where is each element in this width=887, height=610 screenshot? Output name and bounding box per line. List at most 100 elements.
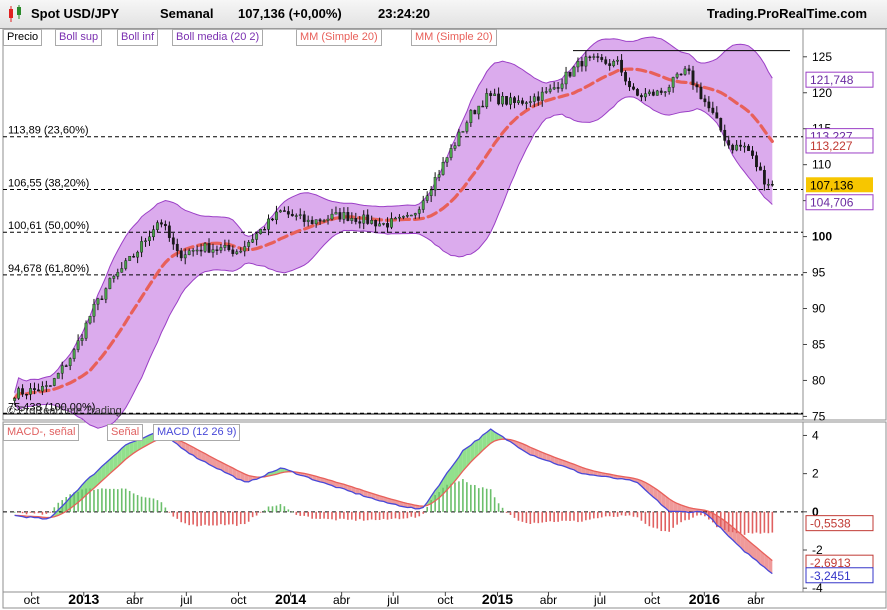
candle-body [275,211,278,220]
candle-body [223,245,227,248]
candle-body [175,243,179,251]
legend-price[interactable]: Precio [3,29,43,46]
macd-histogram-bar [53,507,56,512]
fib-label-2: 100,61 (50,00%) [8,220,89,232]
candle-body [449,148,453,158]
macd-histogram-bar [636,511,639,518]
macd-histogram-bar [648,511,651,527]
candle-body [643,93,647,98]
macd-histogram-bar [763,511,766,533]
legend-mm-1[interactable]: MM (Simple 20) [296,29,382,46]
macd-histogram-bar [370,511,373,520]
macd-histogram-bar [406,511,409,519]
candle-body [398,216,401,219]
price-tick-label: 125 [812,50,832,64]
legend-macd-line[interactable]: MACD (12 26 9) [153,424,241,441]
macd-histogram-bar [97,489,99,512]
candle-body [683,68,687,75]
legend-macd-signal[interactable]: Señal [107,424,144,441]
macd-histogram-bar [323,511,325,519]
macd-histogram-bar [434,495,436,512]
macd-histogram-bar [164,507,167,512]
macd-histogram-bar [386,511,389,520]
candle-body [552,87,556,90]
candle-body [628,81,631,88]
candlestick-icon[interactable] [6,5,24,23]
candle-body [41,386,44,392]
macd-histogram-bar [105,488,107,512]
candle-body [719,117,723,131]
legend-boll-sup[interactable]: Boll sup [55,29,103,46]
candle-body [560,83,564,89]
candle-body [521,100,524,104]
candle-body [429,189,433,196]
clock: 23:24:20 [378,6,431,21]
candle-body [48,385,52,387]
legend-macd-hist[interactable]: MACD-, señal [3,424,80,441]
macd-histogram-bar [204,511,206,525]
macd-histogram-bar [347,511,349,520]
macd-histogram-bar [339,511,341,519]
candle-body [132,256,136,258]
macd-histogram-bar [668,511,670,532]
candle-body [517,100,520,103]
candle-body [501,96,504,105]
macd-histogram-bar [656,511,659,529]
candle-body [624,72,627,82]
candle-body [469,110,473,123]
macd-histogram-bar [593,511,595,519]
macd-histogram-bar [49,511,52,513]
candle-body [251,239,255,243]
candle-body [358,221,362,224]
macd-histogram-bar [719,511,722,528]
macd-histogram-bar [128,490,131,512]
candle-body [227,245,231,251]
candle-body [263,229,266,231]
candle-body [548,88,552,92]
macd-histogram-bar [136,495,139,512]
candle-body [362,214,366,224]
macd-histogram-bar [196,511,198,527]
macd-histogram-bar [362,511,365,521]
candle-body [489,93,493,96]
macd-histogram-bar [235,511,238,526]
legend-boll-inf[interactable]: Boll inf [117,29,159,46]
price-tick-label: 120 [812,86,832,100]
candle-body [596,56,600,58]
price-readout: 107,136 (+0,00%) [238,6,342,21]
macd-histogram-bar [243,511,246,525]
legend-boll-media[interactable]: Boll media (20 2) [172,29,264,46]
candle-body [509,97,512,105]
candle-body [271,218,274,221]
candle-body [235,251,239,254]
macd-histogram-bar [664,511,667,532]
candle-body [647,91,651,94]
candle-body [88,316,92,324]
candle-body [568,71,572,77]
macd-histogram-bar [759,511,762,534]
candle-body [326,218,330,221]
legend-mm-2[interactable]: MM (Simple 20) [411,29,497,46]
candle-body [679,73,683,76]
candle-body [144,240,147,242]
candle-body [699,86,703,100]
candle-body [409,214,413,217]
candle-body [92,303,96,317]
macd-histogram-bar [283,506,286,512]
macd-histogram-bar [470,484,472,512]
candle-body [723,129,727,141]
macd-histogram-bar [596,511,599,519]
macd-histogram-bar [727,511,730,532]
candle-body [659,90,663,93]
candle-body [21,388,24,395]
candle-body [247,242,251,247]
macd-histogram-bar [513,511,516,518]
macd-histogram-bar [251,511,254,518]
macd-histogram-bar [561,511,563,521]
upper-band-value: 121,748 [810,73,854,87]
macd-histogram-bar [533,511,536,523]
candle-body [437,174,441,178]
candle-body [588,56,592,59]
candle-body [44,385,48,387]
macd-histogram-bar [156,500,159,512]
